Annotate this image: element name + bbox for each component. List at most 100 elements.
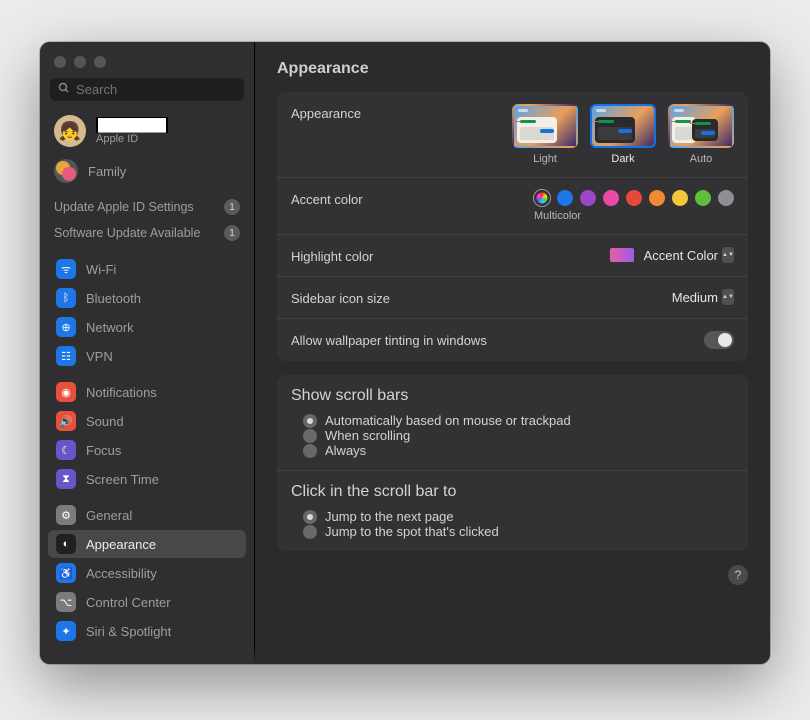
vpn-icon: ☷: [56, 346, 76, 366]
accent-swatch-7[interactable]: [718, 190, 734, 206]
appearance-thumb-dark: [590, 104, 656, 148]
accent-swatch-3[interactable]: [626, 190, 642, 206]
appearance-thumb-light: [512, 104, 578, 148]
sidebar-item-network[interactable]: ⊕ Network: [48, 313, 246, 341]
accent-swatch-5[interactable]: [672, 190, 688, 206]
sidebar-item-label: Wi-Fi: [86, 262, 116, 277]
radio-icon: [303, 414, 317, 428]
sidebar-item-label: VPN: [86, 349, 113, 364]
accent-swatch-4[interactable]: [649, 190, 665, 206]
control-center-icon: ⌥: [56, 592, 76, 612]
sidebar-item-bluetooth[interactable]: ᛒBluetooth: [48, 284, 246, 312]
alert-software-update[interactable]: Software Update Available 1: [54, 225, 240, 241]
row-sidebar-icon-size: Sidebar icon size Medium ▲▼: [277, 277, 748, 319]
highlight-color-chip: [610, 248, 634, 262]
accent-sub-label: Multicolor: [534, 210, 581, 222]
siri-spotlight-icon: ✦: [56, 621, 76, 641]
radio-label: Always: [325, 443, 366, 458]
search-icon: [58, 82, 70, 97]
accent-swatch-2[interactable]: [603, 190, 619, 206]
row-highlight-color: Highlight color Accent Color ▲▼: [277, 235, 748, 277]
scroll-bars-option-1[interactable]: When scrolling: [303, 428, 734, 443]
row-wallpaper-tinting: Allow wallpaper tinting in windows: [277, 319, 748, 361]
sound-icon: 🔊: [56, 411, 76, 431]
accessibility-icon: ♿: [56, 563, 76, 583]
appearance-thumb-auto: [668, 104, 734, 148]
accent-swatch-6[interactable]: [695, 190, 711, 206]
help-button[interactable]: ?: [728, 565, 748, 585]
scroll-bars-option-0[interactable]: Automatically based on mouse or trackpad: [303, 413, 734, 428]
family-avatar: [54, 159, 78, 183]
click-scroll-group: Click in the scroll bar to Jump to the n…: [291, 483, 734, 539]
accent-swatch-multicolor[interactable]: [534, 190, 550, 206]
click-scroll-option-0[interactable]: Jump to the next page: [303, 509, 734, 524]
appearance-icon: ◐: [56, 534, 76, 554]
alert-label: Software Update Available: [54, 226, 200, 240]
appearance-option-dark[interactable]: Dark: [590, 104, 656, 165]
focus-icon: ☾: [56, 440, 76, 460]
radio-label: Jump to the spot that's clicked: [325, 524, 499, 539]
row-label: Highlight color: [291, 247, 373, 264]
settings-window: 👧 ████████ Apple ID Family Update Apple …: [40, 42, 770, 664]
close-window[interactable]: [54, 56, 66, 68]
alert-badge: 1: [224, 225, 240, 241]
network-icon: ⊕: [56, 317, 76, 337]
scroll-bars-option-2[interactable]: Always: [303, 443, 734, 458]
sidebar-item-appearance[interactable]: ◐ Appearance: [48, 530, 246, 558]
sidebar-item-accessibility[interactable]: ♿ Accessibility: [48, 559, 246, 587]
sidebar-item-siri-spotlight[interactable]: ✦ Siri & Spotlight: [48, 617, 246, 645]
page-title: Appearance: [277, 60, 748, 78]
alert-label: Update Apple ID Settings: [54, 200, 194, 214]
click-scroll-option-1[interactable]: Jump to the spot that's clicked: [303, 524, 734, 539]
appearance-caption: Light: [533, 153, 557, 165]
sidebar-item-vpn[interactable]: ☷ VPN: [48, 342, 246, 370]
sidebar-icon-size-select[interactable]: Medium ▲▼: [672, 289, 734, 305]
sidebar-item-label: Sound: [86, 414, 124, 429]
sidebar-item-control-center[interactable]: ⌥ Control Center: [48, 588, 246, 616]
sidebar-item-focus[interactable]: ☾Focus: [48, 436, 246, 464]
radio-icon: [303, 444, 317, 458]
scroll-bars-group: Show scroll bars Automatically based on …: [291, 387, 734, 458]
highlight-color-select[interactable]: Accent Color ▲▼: [610, 247, 734, 263]
sidebar-item-label: Siri & Spotlight: [86, 624, 171, 639]
sidebar-item-label: Screen Time: [86, 472, 159, 487]
sidebar-item-label: Control Center: [86, 595, 171, 610]
row-label: Allow wallpaper tinting in windows: [291, 331, 487, 348]
sidebar-item-family[interactable]: Family: [40, 153, 254, 189]
sidebar-item-sound[interactable]: 🔊 Sound: [48, 407, 246, 435]
alert-apple-id-settings[interactable]: Update Apple ID Settings 1: [54, 199, 240, 215]
sidebar-item-label: Appearance: [86, 537, 156, 552]
appearance-option-auto[interactable]: Auto: [668, 104, 734, 165]
sidebar-item-label: Notifications: [86, 385, 157, 400]
family-label: Family: [88, 164, 126, 179]
select-value: Medium: [672, 290, 718, 305]
minimize-window[interactable]: [74, 56, 86, 68]
accent-swatch-1[interactable]: [580, 190, 596, 206]
search-field[interactable]: [50, 78, 244, 101]
radio-label: Jump to the next page: [325, 509, 454, 524]
sidebar-item-label: Bluetooth: [86, 291, 141, 306]
sidebar-item-notifications[interactable]: ◉Notifications: [48, 378, 246, 406]
radio-icon: [303, 525, 317, 539]
row-label: Appearance: [291, 104, 361, 121]
sidebar-item-wi-fi[interactable]: ᯤ Wi-Fi: [48, 255, 246, 283]
account-sub: Apple ID: [96, 133, 168, 145]
avatar: 👧: [54, 115, 86, 147]
stepper-icon: ▲▼: [722, 289, 734, 305]
appearance-option-light[interactable]: Light: [512, 104, 578, 165]
wallpaper-tinting-toggle[interactable]: [704, 331, 734, 349]
sidebar-item-apple-id[interactable]: 👧 ████████ Apple ID: [40, 109, 254, 153]
search-input[interactable]: [76, 82, 236, 97]
zoom-window[interactable]: [94, 56, 106, 68]
row-label: Accent color: [291, 190, 363, 207]
sidebar-item-label: Network: [86, 320, 134, 335]
sidebar: 👧 ████████ Apple ID Family Update Apple …: [40, 42, 255, 664]
sidebar-item-screen-time[interactable]: ⧗Screen Time: [48, 465, 246, 493]
select-value: Accent Color: [644, 248, 718, 263]
wi-fi-icon: ᯤ: [56, 259, 76, 279]
sidebar-item-label: Accessibility: [86, 566, 157, 581]
alert-badge: 1: [224, 199, 240, 215]
accent-swatch-0[interactable]: [557, 190, 573, 206]
sidebar-item-general[interactable]: ⚙General: [48, 501, 246, 529]
radio-label: When scrolling: [325, 428, 410, 443]
